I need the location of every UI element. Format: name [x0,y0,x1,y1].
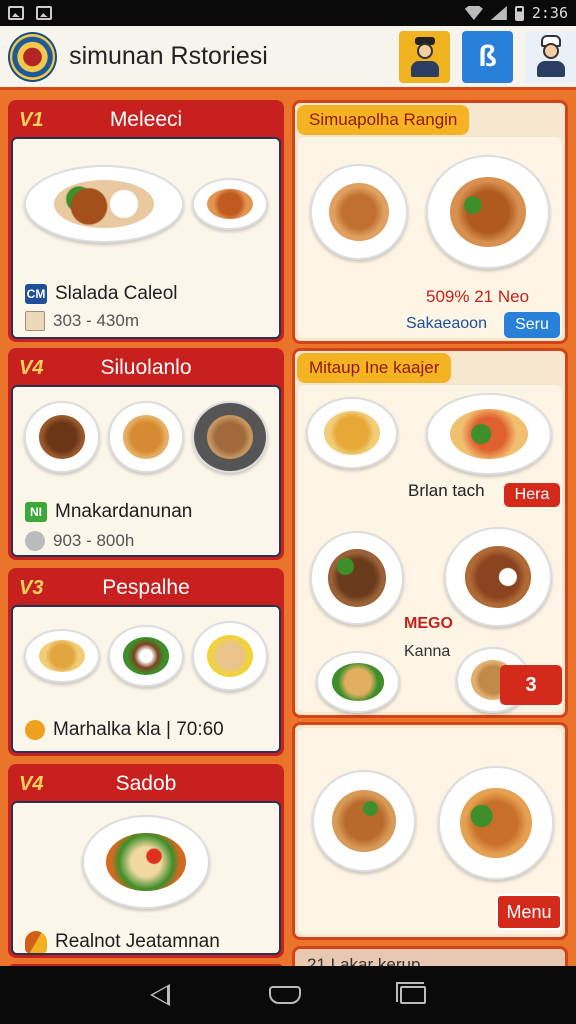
featured-card-header: Simuapolha Rangin [297,105,470,135]
wifi-icon [464,6,483,20]
category-badge: NI [25,502,47,522]
menu-card[interactable]: V4 Siluolanlo NI Mnakardanunan 903 - 800… [8,348,284,560]
featured-card[interactable]: Simuapolha Rangin 509% 21 Neo Sakaeaoon … [292,100,568,344]
food-plate-image [310,531,404,625]
cart-count: 3 [525,673,537,696]
category-badge: CM [25,284,47,304]
app-logo [8,31,58,82]
food-plate-image [444,527,552,627]
card-title: Pespalhe [102,576,190,599]
system-nav-bar [0,966,576,1024]
coin-icon [25,531,45,551]
app-header: simunan Rstoriesi ß [0,26,576,90]
home-icon[interactable] [268,986,301,1004]
menu-card[interactable]: V4 Sadob Realnot Jeatamnan [8,764,284,958]
share-button[interactable]: ß [462,30,514,83]
side-label: Kanna [404,643,451,660]
profile-button[interactable] [399,30,451,83]
food-plate-image [312,770,416,872]
share-icon: ß [478,39,497,73]
featured-card-header: Mitaup Ine kaajer [297,353,452,383]
back-icon[interactable] [149,984,170,1006]
chef-account-button[interactable] [525,30,576,83]
app-title: simunan Rstoriesi [69,42,268,70]
food-plate-image [306,397,398,469]
cart-badge-button[interactable]: 3 [500,665,562,705]
food-plate-image [438,766,554,880]
food-plate-image [108,401,184,473]
card-info: CM Slalada Caleol [25,283,178,305]
menu-card[interactable]: V3 Pespalhe Marhalka kla | 70:60 [8,568,284,756]
promo-label: Sakaeaoon [406,315,487,332]
dish-detail: 903 - 800h [53,531,135,550]
card-info: Realnot Jeatamnan [25,931,220,953]
gallery-notification-icon [8,6,24,20]
dish-name: Slalada Caleol [55,283,178,304]
user-avatar-icon [409,36,441,77]
recent-apps-icon[interactable] [396,982,427,1004]
featured-card[interactable]: Mitaup Ine kaajer Brlan tach Hera MEGO K… [292,348,568,718]
dish-name: Brlan tach [408,481,485,500]
battery-icon [514,5,524,21]
menu-card[interactable]: V1 Meleeci CM Slalada Caleol 303 - 430m [8,100,284,342]
menu-button[interactable]: Menu [496,894,562,930]
dish-detail: 303 - 430m [53,311,139,330]
card-sub-info: 903 - 800h [25,531,134,551]
food-plate-image [192,621,268,691]
price-offer-text: 509% 21 Neo [426,287,530,306]
seru-button[interactable]: Seru [504,312,560,338]
side-label: MEGO [404,615,453,632]
image-notification-icon [36,6,52,20]
food-plate-image [426,393,552,475]
spice-icon [25,931,47,953]
featured-card[interactable]: Menu [292,722,568,940]
food-plate-image [310,164,408,260]
card-title: Sadob [115,772,177,795]
food-plate-image [24,629,100,683]
card-sub-info: 303 - 430m [25,311,139,331]
food-plate-image [108,625,184,687]
card-info: NI Mnakardanunan [25,501,192,523]
food-plate-image [24,165,184,243]
orange-fruit-icon [25,720,45,740]
card-info: Marhalka kla | 70:60 [25,719,224,741]
card-title: Siluolanlo [100,356,192,379]
card-title: Meleeci [109,108,183,131]
dish-name: Mnakardanunan [55,501,193,522]
hera-button[interactable]: Hera [504,483,560,507]
food-plate-image [316,651,400,713]
signal-icon [490,6,507,20]
food-plate-image [24,401,100,473]
food-plate-image [426,155,550,269]
status-bar: 2:36 [0,0,576,26]
dish-name: Marhalka kla | 70:60 [53,719,224,740]
chef-avatar-icon [535,34,567,77]
dish-name: Realnot Jeatamnan [55,931,220,952]
side-plate-image [192,178,268,230]
status-clock: 2:36 [531,4,568,22]
food-plate-image [192,401,268,473]
food-plate-image [82,815,210,909]
document-icon [25,311,45,331]
